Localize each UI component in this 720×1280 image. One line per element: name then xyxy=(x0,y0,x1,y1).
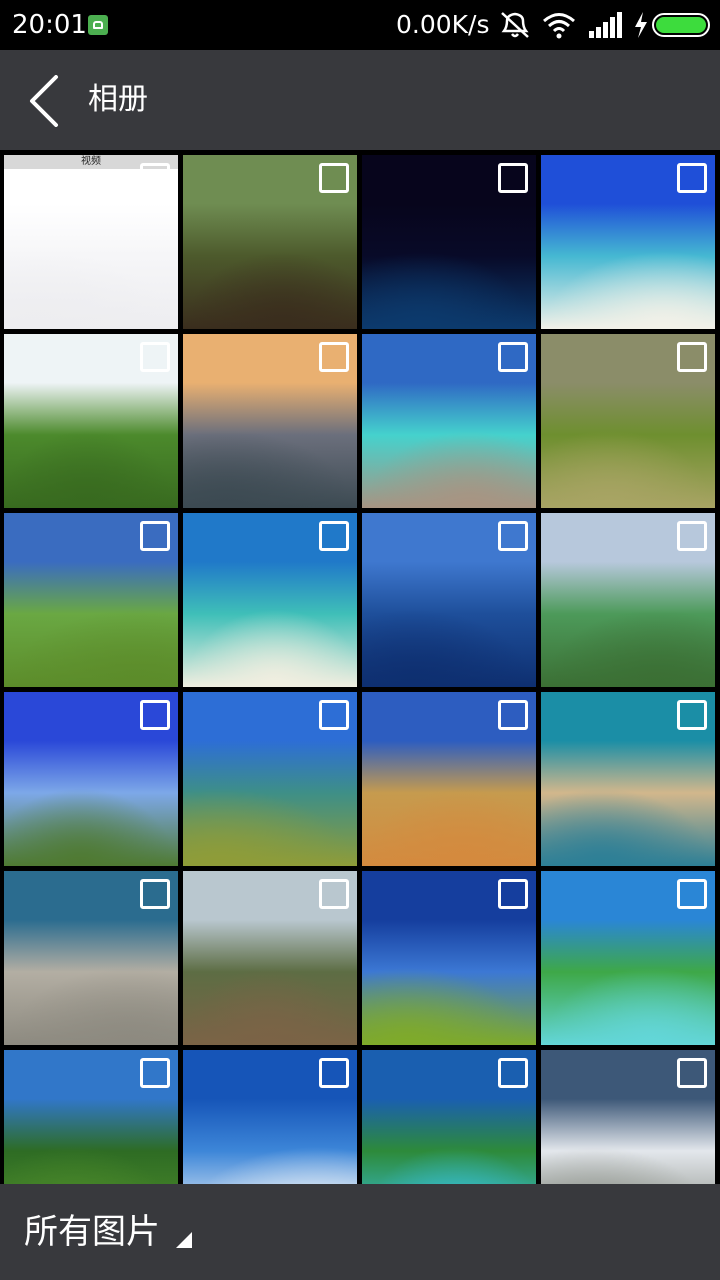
select-checkbox[interactable] xyxy=(677,1058,707,1088)
photo-thumbnail[interactable] xyxy=(362,1050,536,1184)
battery-level xyxy=(656,17,706,33)
select-checkbox[interactable] xyxy=(319,879,349,909)
thumbnail-image-detail xyxy=(183,1145,357,1184)
select-checkbox[interactable] xyxy=(498,521,528,551)
app-header: 相册 xyxy=(0,50,720,150)
thumbnail-image-detail xyxy=(183,966,357,1045)
status-time: 20:01 xyxy=(12,10,87,40)
select-checkbox[interactable] xyxy=(498,700,528,730)
thumbnail-image-detail xyxy=(183,250,357,329)
select-checkbox[interactable] xyxy=(677,700,707,730)
chevron-left-icon[interactable] xyxy=(26,75,66,127)
app-notification-icon xyxy=(88,15,108,35)
charging-icon xyxy=(635,12,647,38)
photo-thumbnail[interactable] xyxy=(541,692,715,866)
select-checkbox[interactable] xyxy=(498,1058,528,1088)
photo-thumbnail[interactable] xyxy=(4,871,178,1045)
photo-thumbnail[interactable] xyxy=(183,155,357,329)
photo-thumbnail[interactable] xyxy=(541,871,715,1045)
photo-thumbnail[interactable] xyxy=(362,871,536,1045)
photo-thumbnail[interactable] xyxy=(183,513,357,687)
thumbnail-image-detail xyxy=(4,787,178,866)
select-checkbox[interactable] xyxy=(140,700,170,730)
photo-thumbnail[interactable] xyxy=(541,1050,715,1184)
select-checkbox[interactable] xyxy=(319,342,349,372)
photo-thumbnail[interactable] xyxy=(4,1050,178,1184)
wifi-icon xyxy=(543,13,575,39)
thumbnail-image-detail xyxy=(362,787,536,866)
thumbnail-image-detail xyxy=(541,787,715,866)
thumbnail-image-detail xyxy=(541,966,715,1045)
thumbnail-image-detail xyxy=(4,250,178,329)
thumbnail-image-detail xyxy=(4,966,178,1045)
photo-thumbnail[interactable] xyxy=(541,334,715,508)
photo-thumbnail[interactable] xyxy=(4,334,178,508)
thumbnail-image-detail xyxy=(362,429,536,508)
select-checkbox[interactable] xyxy=(677,879,707,909)
select-checkbox[interactable] xyxy=(319,163,349,193)
photo-thumbnail[interactable] xyxy=(183,692,357,866)
signal-icon xyxy=(589,12,622,38)
select-checkbox[interactable] xyxy=(140,342,170,372)
album-selector[interactable]: 所有图片 xyxy=(24,1210,192,1254)
page-title: 相册 xyxy=(88,82,148,117)
thumbnail-image-detail xyxy=(4,429,178,508)
photo-grid[interactable]: 视频 xyxy=(0,150,720,1184)
album-label: 所有图片 xyxy=(24,1212,160,1252)
battery-icon xyxy=(652,13,710,37)
thumbnail-image-detail xyxy=(541,608,715,687)
network-speed: 0.00K/s xyxy=(396,10,490,39)
thumbnail-image-detail xyxy=(183,608,357,687)
thumbnail-image-detail xyxy=(541,1145,715,1184)
select-checkbox[interactable] xyxy=(677,521,707,551)
select-checkbox[interactable] xyxy=(498,879,528,909)
select-checkbox[interactable] xyxy=(140,521,170,551)
photo-thumbnail[interactable] xyxy=(362,155,536,329)
photo-thumbnail[interactable] xyxy=(541,513,715,687)
triangle-dropdown-icon xyxy=(176,1232,192,1248)
thumbnail-image-detail xyxy=(362,1145,536,1184)
select-checkbox[interactable] xyxy=(498,342,528,372)
select-checkbox[interactable] xyxy=(319,521,349,551)
photo-thumbnail[interactable] xyxy=(541,155,715,329)
select-checkbox[interactable] xyxy=(319,700,349,730)
select-checkbox[interactable] xyxy=(498,163,528,193)
select-checkbox[interactable] xyxy=(140,879,170,909)
video-thumbnail[interactable]: 视频 xyxy=(4,155,178,329)
photo-thumbnail[interactable] xyxy=(183,334,357,508)
select-checkbox[interactable] xyxy=(140,163,170,193)
thumbnail-image-detail xyxy=(183,787,357,866)
select-checkbox[interactable] xyxy=(677,342,707,372)
select-checkbox[interactable] xyxy=(677,163,707,193)
thumbnail-image-detail xyxy=(541,429,715,508)
thumbnail-image-detail xyxy=(4,608,178,687)
photo-thumbnail[interactable] xyxy=(4,513,178,687)
thumbnail-image-detail xyxy=(362,966,536,1045)
select-checkbox[interactable] xyxy=(319,1058,349,1088)
thumbnail-image-detail xyxy=(541,250,715,329)
bottom-bar: 所有图片 xyxy=(0,1184,720,1280)
thumbnail-image-detail xyxy=(4,1145,178,1184)
thumbnail-image-detail xyxy=(362,250,536,329)
status-bar: 20:01 0.00K/s xyxy=(0,0,720,50)
photo-thumbnail[interactable] xyxy=(183,871,357,1045)
thumbnail-image-detail xyxy=(183,429,357,508)
photo-thumbnail[interactable] xyxy=(4,692,178,866)
photo-thumbnail[interactable] xyxy=(183,1050,357,1184)
thumbnail-image-detail xyxy=(362,608,536,687)
mute-icon xyxy=(501,12,529,38)
photo-thumbnail[interactable] xyxy=(362,334,536,508)
photo-thumbnail[interactable] xyxy=(362,513,536,687)
photo-thumbnail[interactable] xyxy=(362,692,536,866)
select-checkbox[interactable] xyxy=(140,1058,170,1088)
